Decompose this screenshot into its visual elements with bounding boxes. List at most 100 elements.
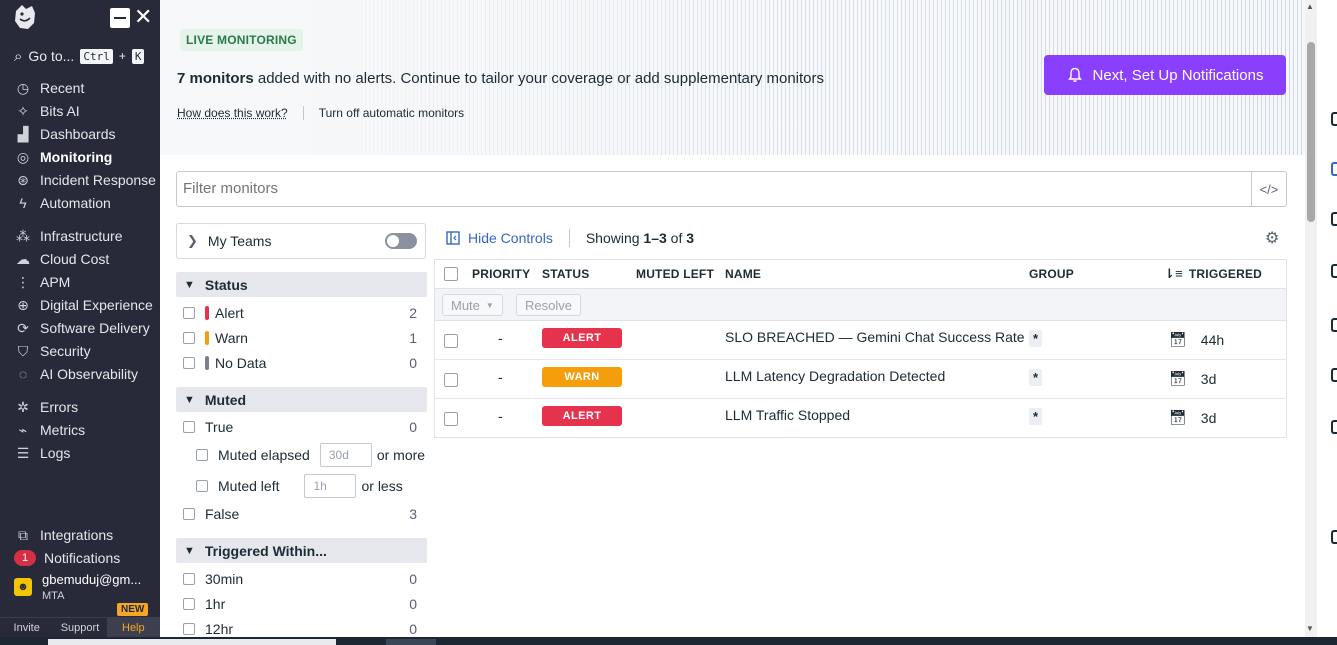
sidebar-item-metrics[interactable]: ⌁ Metrics bbox=[14, 420, 85, 440]
showing-count: Showing 1–3 of 3 bbox=[586, 230, 694, 246]
sidebar-item-automation[interactable]: ϟ Automation bbox=[14, 193, 111, 213]
row-priority: - bbox=[498, 369, 503, 385]
triggered-facet-header[interactable]: ▼ Triggered Within... bbox=[176, 538, 427, 563]
sidebar-item-ai-observability[interactable]: ◌ AI Observability bbox=[14, 364, 138, 384]
row-status: ALERT bbox=[542, 328, 622, 348]
facet-label: 30min bbox=[205, 571, 244, 587]
my-teams-toggle[interactable] bbox=[385, 233, 417, 249]
column-priority[interactable]: PRIORITY bbox=[472, 260, 530, 288]
turn-off-automatic-monitors-link[interactable]: Turn off automatic monitors bbox=[319, 106, 464, 120]
facet-triggered-30min[interactable]: 30min 0 bbox=[183, 569, 417, 589]
sidebar-item-notifications[interactable]: 1 Notifications bbox=[14, 548, 120, 568]
checkbox[interactable] bbox=[183, 421, 195, 433]
my-teams-facet[interactable]: ❯ My Teams bbox=[176, 223, 426, 259]
checkbox[interactable] bbox=[196, 449, 208, 461]
facet-muted-true[interactable]: True 0 bbox=[183, 417, 417, 437]
select-all-checkbox[interactable] bbox=[444, 267, 458, 281]
taskbar-app[interactable] bbox=[386, 639, 436, 645]
sidebar-item-apm[interactable]: ⋮ APM bbox=[14, 272, 70, 292]
column-muted-left[interactable]: MUTED LEFT bbox=[636, 260, 714, 288]
sidebar-item-infrastructure[interactable]: ⁂ Infrastructure bbox=[14, 226, 122, 246]
datadog-logo-icon[interactable] bbox=[12, 3, 38, 31]
sidebar-item-integrations[interactable]: ⧉ Integrations bbox=[14, 525, 113, 545]
sidebar-item-bits-ai[interactable]: ✧ Bits AI bbox=[14, 101, 80, 121]
checkbox[interactable] bbox=[183, 573, 195, 585]
facet-label: Alert bbox=[215, 305, 244, 321]
facet-status-no-data[interactable]: No Data 0 bbox=[183, 353, 417, 373]
muted-left-input[interactable]: 1h bbox=[304, 474, 357, 498]
facet-triggered-1hr[interactable]: 1hr 0 bbox=[183, 594, 417, 614]
sidebar-item-errors[interactable]: ✲ Errors bbox=[14, 397, 78, 417]
facet-status-warn[interactable]: Warn 1 bbox=[183, 328, 417, 348]
sidebar-item-monitoring[interactable]: ◎ Monitoring bbox=[14, 147, 112, 167]
column-status[interactable]: STATUS bbox=[542, 260, 589, 288]
row-name[interactable]: LLM Latency Degradation Detected bbox=[725, 368, 945, 384]
sidebar-item-software-delivery[interactable]: ⟳ Software Delivery bbox=[14, 318, 150, 338]
sidebar-item-dashboards[interactable]: ▟ Dashboards bbox=[14, 124, 116, 144]
table-row[interactable]: - WARN LLM Latency Degradation Detected … bbox=[435, 360, 1286, 399]
checkbox[interactable] bbox=[183, 307, 195, 319]
facet-muted-false[interactable]: False 3 bbox=[183, 504, 417, 524]
minimize-sidebar-button[interactable] bbox=[110, 8, 130, 28]
sidebar-header: ✕ bbox=[0, 0, 160, 36]
table-row[interactable]: - ALERT LLM Traffic Stopped * 📅︎ 3d bbox=[435, 399, 1286, 438]
globe-icon: ⊕ bbox=[17, 296, 29, 313]
gear-icon[interactable]: ⚙ bbox=[1265, 228, 1279, 248]
table-row[interactable]: - ALERT SLO BREACHED — Gemini Chat Succe… bbox=[435, 321, 1286, 360]
sidebar-item-recent[interactable]: ◷ Recent bbox=[14, 78, 84, 98]
taskbar-app[interactable] bbox=[48, 639, 336, 645]
set-up-notifications-button[interactable]: Next, Set Up Notifications bbox=[1044, 55, 1286, 95]
facet-muted-left[interactable]: Muted left 1h or less bbox=[196, 474, 436, 498]
page-scrollbar[interactable]: ▲ ▼ bbox=[1305, 0, 1317, 637]
row-checkbox[interactable] bbox=[444, 373, 458, 387]
muted-elapsed-input[interactable]: 30d bbox=[319, 443, 372, 467]
rail-back-icon[interactable] bbox=[1331, 318, 1337, 332]
checkbox[interactable] bbox=[196, 480, 208, 492]
logs-icon: ☰ bbox=[16, 444, 30, 461]
close-icon[interactable]: ✕ bbox=[134, 6, 152, 28]
facet-triggered-12hr[interactable]: 12hr 0 bbox=[183, 619, 417, 639]
rail-more-icon[interactable] bbox=[1331, 530, 1337, 544]
sidebar-item-logs[interactable]: ☰ Logs bbox=[14, 443, 71, 463]
code-view-icon[interactable]: </> bbox=[1251, 172, 1286, 206]
rail-notes-icon[interactable] bbox=[1331, 212, 1337, 226]
checkbox[interactable] bbox=[183, 508, 195, 520]
checkbox[interactable] bbox=[183, 598, 195, 610]
scrollbar-thumb[interactable] bbox=[1307, 42, 1315, 222]
checkbox[interactable] bbox=[183, 332, 195, 344]
sidebar-item-security[interactable]: ⛉ Security bbox=[14, 341, 91, 361]
hide-controls-button[interactable]: Hide Controls bbox=[446, 230, 553, 246]
column-group[interactable]: GROUP bbox=[1029, 260, 1074, 288]
column-triggered[interactable]: ⇂≡ TRIGGERED bbox=[1164, 260, 1262, 288]
row-group: * bbox=[1029, 330, 1043, 347]
row-checkbox[interactable] bbox=[444, 412, 458, 426]
column-name[interactable]: NAME bbox=[725, 260, 761, 288]
status-facet-header[interactable]: ▼ Status bbox=[176, 272, 427, 297]
mute-button[interactable]: Mute ▼ bbox=[442, 294, 503, 316]
filter-monitors-input[interactable] bbox=[183, 180, 1243, 197]
resolve-button[interactable]: Resolve bbox=[516, 294, 581, 316]
sidebar-item-digital-experience[interactable]: ⊕ Digital Experience bbox=[14, 295, 153, 315]
rail-doc-icon[interactable] bbox=[1331, 264, 1337, 278]
rail-bell-icon[interactable] bbox=[1331, 368, 1337, 382]
muted-facet-header[interactable]: ▼ Muted bbox=[176, 387, 427, 412]
sidebar-item-cloud-cost[interactable]: ☁ Cloud Cost bbox=[14, 249, 109, 269]
sidebar-item-label: Dashboards bbox=[40, 126, 116, 142]
row-name[interactable]: SLO BREACHED — Gemini Chat Success Rate bbox=[725, 329, 1025, 345]
checkbox[interactable] bbox=[183, 357, 195, 369]
scroll-down-icon[interactable]: ▼ bbox=[1306, 624, 1314, 633]
row-name[interactable]: LLM Traffic Stopped bbox=[725, 407, 850, 423]
goto-search[interactable]: ⌕ Go to... Ctrl + K bbox=[14, 46, 145, 66]
how-does-this-work-link[interactable]: How does this work? bbox=[177, 106, 288, 120]
facet-muted-elapsed[interactable]: Muted elapsed 30d or more bbox=[196, 443, 436, 467]
sidebar-item-incident-response[interactable]: ⊛ Incident Response bbox=[14, 170, 156, 190]
scroll-up-icon[interactable]: ▲ bbox=[1306, 2, 1314, 11]
status-badge: ALERT bbox=[542, 328, 622, 348]
row-priority: - bbox=[498, 408, 503, 424]
rail-chat-icon[interactable] bbox=[1331, 162, 1337, 176]
row-checkbox[interactable] bbox=[444, 334, 458, 348]
rail-share-icon[interactable] bbox=[1331, 420, 1337, 434]
checkbox[interactable] bbox=[183, 623, 195, 635]
rail-panel-icon[interactable] bbox=[1331, 112, 1337, 126]
facet-status-alert[interactable]: Alert 2 bbox=[183, 303, 417, 323]
